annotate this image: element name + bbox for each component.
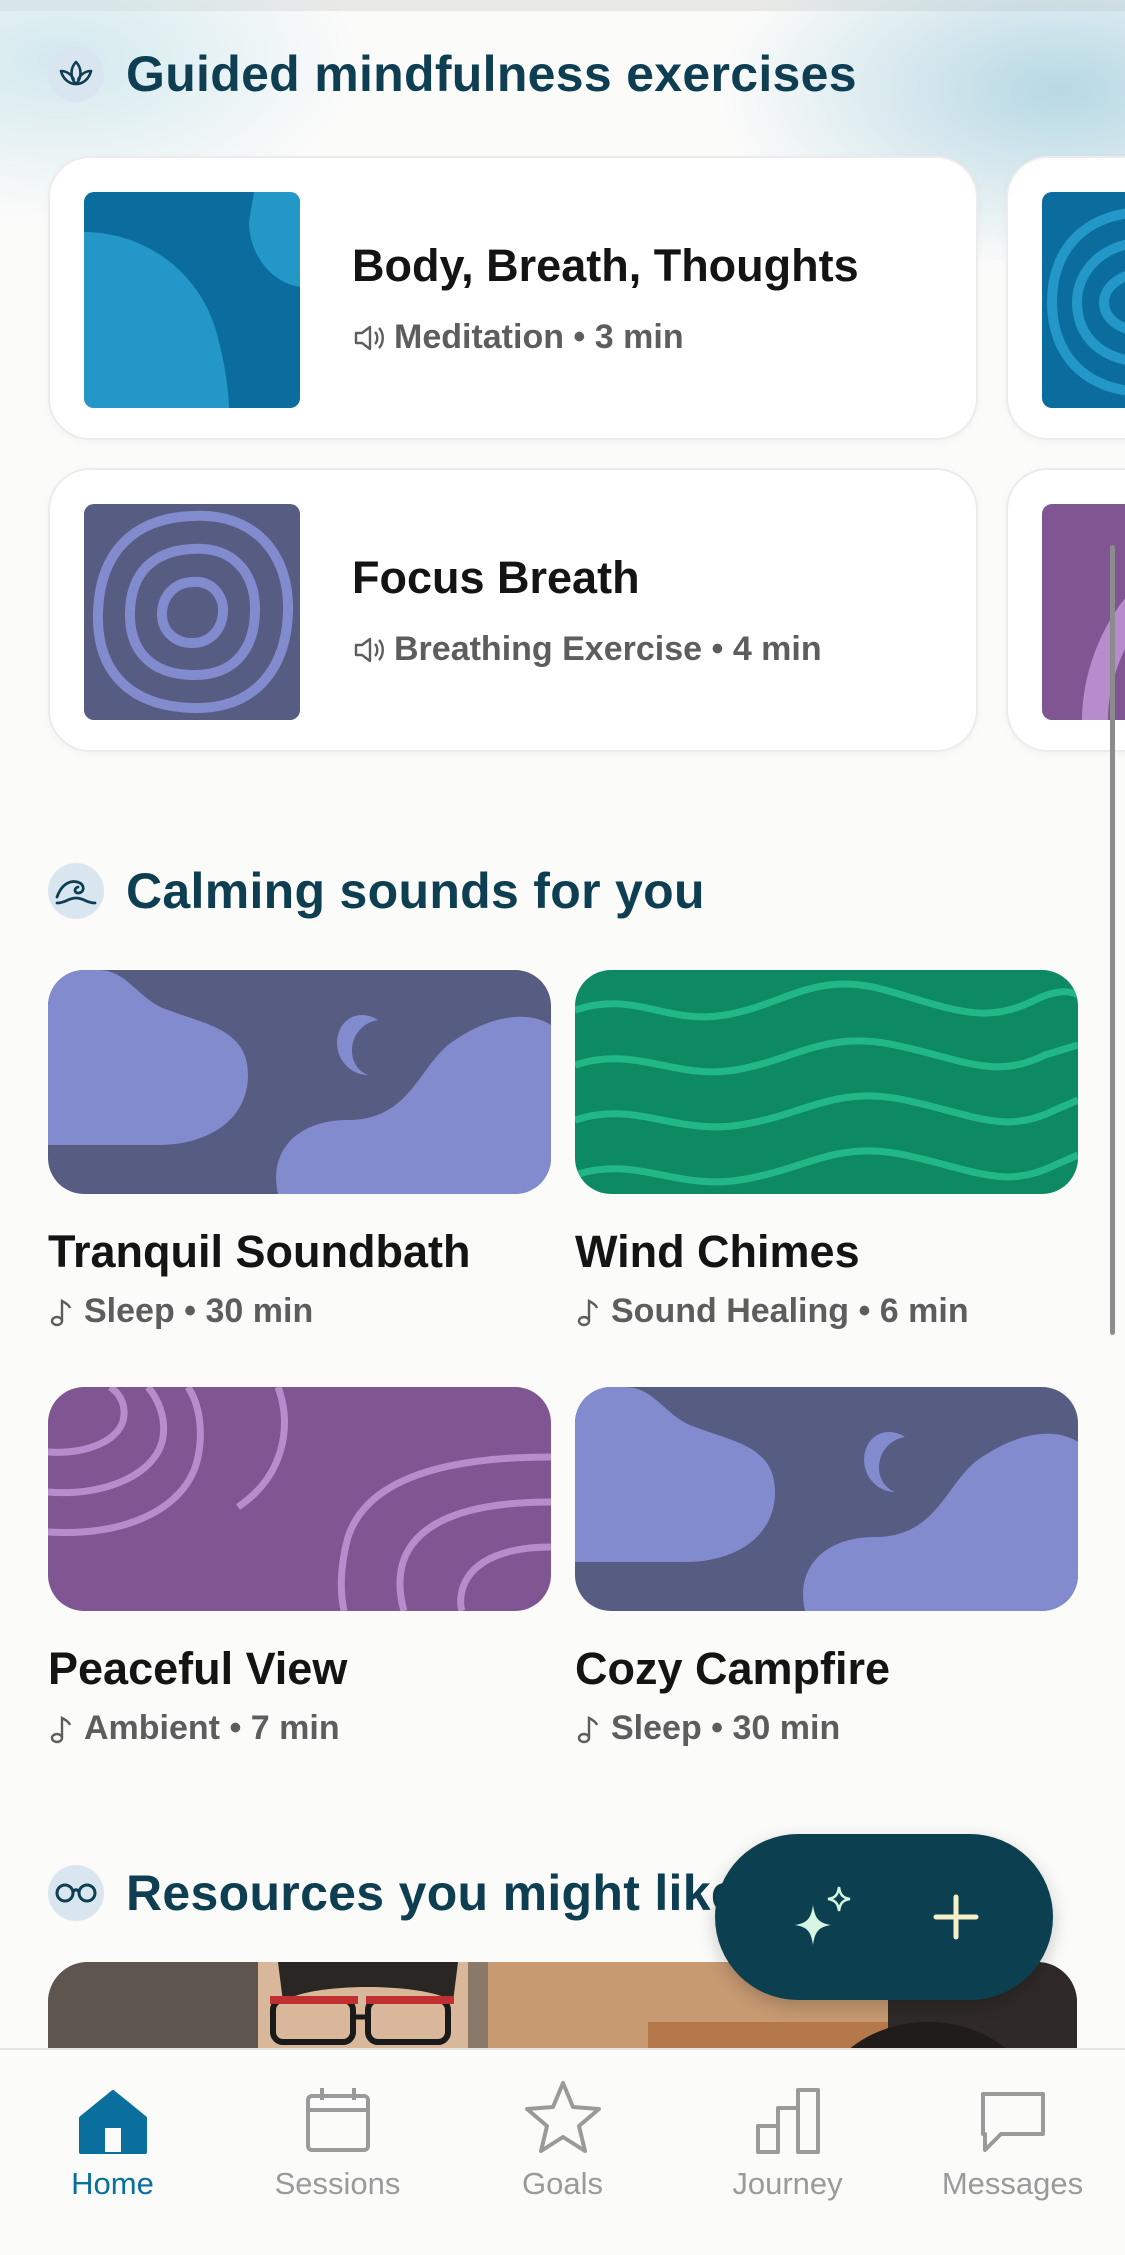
music-note-icon — [50, 1298, 72, 1326]
exercise-meta-text: Meditation • 3 min — [394, 318, 684, 356]
tab-sessions[interactable]: Sessions — [225, 2070, 450, 2202]
tab-label: Goals — [522, 2166, 603, 2201]
exercise-card-peek[interactable] — [1006, 156, 1125, 440]
sound-meta-text: Ambient • 7 min — [84, 1709, 340, 1747]
exercise-card-peek[interactable] — [1006, 468, 1125, 752]
sound-title: Peaceful View — [48, 1643, 348, 1694]
bar-chart-icon — [675, 2070, 900, 2154]
exercise-thumbnail — [84, 504, 300, 720]
speaker-icon — [354, 325, 384, 350]
exercise-meta-text: Breathing Exercise • 4 min — [394, 630, 822, 668]
mindfulness-section-header: Guided mindfulness exercises — [48, 45, 857, 103]
music-note-icon — [577, 1298, 599, 1326]
sparkle-icon[interactable] — [787, 1877, 867, 1957]
star-icon — [450, 2070, 675, 2154]
sound-meta-text: Sleep • 30 min — [611, 1709, 841, 1747]
bottom-tab-bar: Home Sessions Goals Journey Messages — [0, 2048, 1125, 2255]
sound-title: Wind Chimes — [575, 1226, 860, 1277]
tab-journey[interactable]: Journey — [675, 2070, 900, 2202]
tab-goals[interactable]: Goals — [450, 2070, 675, 2202]
sound-title: Tranquil Soundbath — [48, 1226, 471, 1277]
tab-home[interactable]: Home — [0, 2070, 225, 2202]
sound-card[interactable]: Peaceful View Ambient • 7 min — [48, 1387, 551, 1748]
calendar-icon — [225, 2070, 450, 2154]
sound-artwork — [48, 1387, 551, 1611]
sound-card[interactable]: Tranquil Soundbath Sleep • 30 min — [48, 970, 551, 1331]
tab-messages[interactable]: Messages — [900, 2070, 1125, 2202]
music-note-icon — [50, 1715, 72, 1743]
sound-artwork — [48, 970, 551, 1194]
sound-meta-text: Sleep • 30 min — [84, 1292, 314, 1330]
tab-label: Sessions — [274, 2166, 401, 2201]
section-title: Guided mindfulness exercises — [126, 46, 857, 102]
exercise-title: Focus Breath — [352, 552, 640, 603]
lotus-icon — [48, 46, 104, 102]
exercise-card[interactable]: Focus Breath Breathing Exercise • 4 min — [48, 468, 978, 752]
sound-card[interactable]: Cozy Campfire Sleep • 30 min — [575, 1387, 1078, 1748]
chat-icon — [900, 2070, 1125, 2154]
exercise-meta: Meditation • 3 min — [352, 318, 684, 357]
section-title: Resources you might like — [126, 1865, 739, 1921]
glasses-icon — [48, 1865, 104, 1921]
sound-meta: Ambient • 7 min — [48, 1709, 551, 1748]
sound-meta: Sleep • 30 min — [575, 1709, 1078, 1748]
sound-artwork — [575, 1387, 1078, 1611]
sound-meta-text: Sound Healing • 6 min — [611, 1292, 969, 1330]
fab-button[interactable] — [715, 1834, 1053, 2000]
speaker-icon — [354, 637, 384, 662]
home-icon — [0, 2070, 225, 2154]
music-note-icon — [577, 1715, 599, 1743]
scrollbar[interactable] — [1110, 545, 1115, 1335]
sound-artwork — [575, 970, 1078, 1194]
tab-label: Messages — [941, 2166, 1084, 2201]
section-title: Calming sounds for you — [126, 863, 705, 919]
sounds-section-header: Calming sounds for you — [48, 862, 705, 920]
tab-label: Home — [71, 2166, 154, 2201]
sound-meta: Sound Healing • 6 min — [575, 1292, 1078, 1331]
tab-label: Journey — [732, 2166, 843, 2201]
sound-meta: Sleep • 30 min — [48, 1292, 551, 1331]
plus-icon[interactable] — [930, 1891, 982, 1943]
resources-section-header: Resources you might like — [48, 1864, 739, 1922]
wave-icon — [48, 863, 104, 919]
sound-title: Cozy Campfire — [575, 1643, 891, 1694]
exercise-thumbnail — [1042, 192, 1125, 408]
exercise-title: Body, Breath, Thoughts — [352, 240, 859, 291]
exercise-card[interactable]: Body, Breath, Thoughts Meditation • 3 mi… — [48, 156, 978, 440]
exercise-thumbnail — [84, 192, 300, 408]
sound-card[interactable]: Wind Chimes Sound Healing • 6 min — [575, 970, 1078, 1331]
exercise-meta: Breathing Exercise • 4 min — [352, 630, 822, 669]
